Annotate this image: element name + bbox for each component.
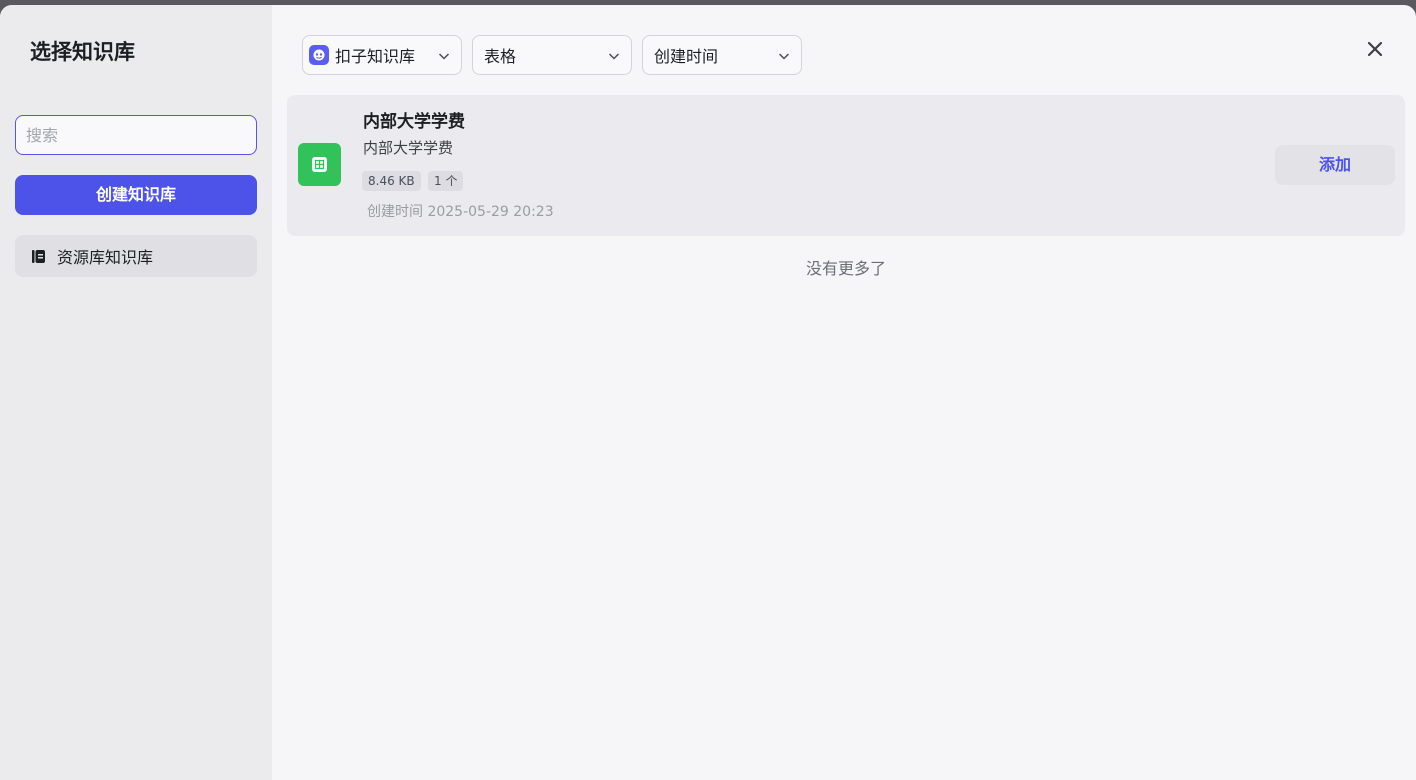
sidebar-item-resource-library[interactable]: 资源库知识库 [15, 235, 257, 277]
book-icon [31, 249, 46, 264]
sort-label: 创建时间 [654, 47, 719, 66]
sidebar: 选择知识库 创建知识库 资源库知识库 [0, 5, 272, 780]
source-filter-dropdown[interactable]: 扣子知识库 [302, 35, 462, 75]
sidebar-item-label: 资源库知识库 [57, 248, 154, 267]
add-button[interactable]: 添加 [1275, 145, 1395, 185]
sort-dropdown[interactable]: 创建时间 [642, 35, 802, 75]
table-file-icon [298, 143, 341, 186]
size-tag: 8.46 KB [362, 171, 421, 191]
search-input[interactable] [16, 116, 256, 154]
close-icon [1366, 40, 1384, 62]
type-filter-label: 表格 [484, 47, 517, 66]
chevron-down-icon [437, 48, 451, 62]
source-filter-label: 扣子知识库 [335, 47, 416, 66]
search-box[interactable] [15, 115, 257, 155]
coze-brand-icon [309, 45, 329, 65]
count-tag: 1 个 [428, 171, 464, 191]
select-knowledge-modal: 选择知识库 创建知识库 资源库知识库 [0, 5, 1416, 780]
close-button[interactable] [1364, 40, 1386, 62]
type-filter-dropdown[interactable]: 表格 [472, 35, 632, 75]
chevron-down-icon [607, 48, 621, 62]
chevron-down-icon [777, 48, 791, 62]
knowledge-base-description: 内部大学学费 [363, 139, 454, 157]
knowledge-base-name: 内部大学学费 [363, 112, 465, 132]
modal-title: 选择知识库 [30, 40, 135, 64]
knowledge-base-card[interactable]: 内部大学学费 内部大学学费 8.46 KB 1 个 创建时间 2025-05-2… [287, 95, 1405, 236]
list-end-text: 没有更多了 [805, 259, 886, 278]
create-knowledge-button[interactable]: 创建知识库 [15, 175, 257, 215]
created-time: 创建时间 2025-05-29 20:23 [367, 204, 554, 220]
